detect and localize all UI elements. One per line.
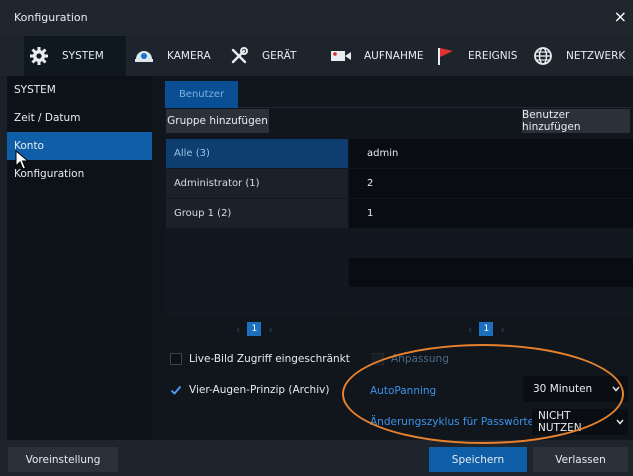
checkmark-icon[interactable] [170,384,182,396]
user-row[interactable]: 1 [349,199,633,228]
select-value: NICHT NUTZEN [538,410,582,434]
chevron-down-icon [616,416,624,428]
add-user-button[interactable]: Benutzer hinzufügen [522,109,630,133]
user-row-empty [349,287,633,316]
chevron-down-icon [612,383,620,395]
nav-event[interactable]: EREIGNIS [434,36,526,76]
option-label: Anpassung [391,353,449,365]
checkbox [372,353,384,365]
default-settings-button[interactable]: Voreinstellung [8,447,118,472]
tab-users[interactable]: Benutzer [165,81,238,108]
bottom-bar: Voreinstellung Speichern Verlassen [0,440,633,476]
nav-system[interactable]: SYSTEM [24,36,126,76]
exit-button[interactable]: Verlassen [533,447,628,472]
gear-icon [28,45,50,67]
title-bar: Konfiguration × [0,0,633,36]
flag-icon [434,45,456,67]
sidebar-item-time-date[interactable]: Zeit / Datum [7,104,152,132]
nav-recording[interactable]: AUFNAHME [330,36,430,76]
autopanning-select[interactable]: 30 Minuten [523,376,628,402]
prev-page-icon[interactable]: ‹ [468,323,472,336]
sidebar-item-system[interactable]: SYSTEM [7,76,152,104]
user-row-empty [349,229,633,258]
content-panel: Benutzer Gruppe hinzufügen Benutzer hinz… [152,76,633,440]
sidebar-item-label: Zeit / Datum [14,112,81,124]
option-label: Vier-Augen-Prinzip (Archiv) [189,384,330,396]
page-number[interactable]: 1 [479,322,494,336]
option-label: Live-Bild Zugriff eingeschränkt [189,353,350,365]
nav-device-label: GERÄT [262,50,297,62]
nav-camera[interactable]: KAMERA [133,36,223,76]
next-page-icon[interactable]: › [268,323,272,336]
nav-event-label: EREIGNIS [468,50,518,62]
close-icon[interactable]: × [614,7,627,26]
password-cycle-select[interactable]: NICHT NUTZEN [532,409,628,435]
add-group-button[interactable]: Gruppe hinzufügen [166,109,269,133]
nav-network[interactable]: NETZWERK [532,36,630,76]
customization-option: Anpassung [372,353,449,365]
top-navigation: SYSTEM KAMERA GERÄT AUFNAHME EREIGNIS NE… [0,36,633,76]
live-view-restricted-option[interactable]: Live-Bild Zugriff eingeschränkt [170,353,350,365]
sidebar: SYSTEM Zeit / Datum Konto Konfiguration [7,76,152,440]
group-row-all[interactable]: Alle (3) [166,139,348,168]
mouse-pointer-icon [15,149,31,173]
window-title: Konfiguration [14,11,88,24]
autopanning-label: AutoPanning [370,385,437,397]
group-row-administrator[interactable]: Administrator (1) [166,169,348,198]
globe-icon [532,45,554,67]
user-row-empty [349,258,633,287]
tab-bar: Benutzer [165,81,633,108]
user-row[interactable]: admin [349,139,633,168]
camera-icon [133,45,155,67]
recording-icon [330,45,352,67]
group-row-group1[interactable]: Group 1 (2) [166,199,348,228]
nav-device[interactable]: GERÄT [228,36,318,76]
user-pager: ‹ 1 › [468,322,505,336]
save-button[interactable]: Speichern [429,447,527,472]
group-pager: ‹ 1 › [236,322,273,336]
nav-network-label: NETZWERK [566,50,626,62]
nav-recording-label: AUFNAHME [364,50,424,62]
select-value: 30 Minuten [533,383,593,395]
nav-camera-label: KAMERA [167,50,211,62]
tools-icon [228,45,250,67]
four-eyes-option[interactable]: Vier-Augen-Prinzip (Archiv) [170,384,329,396]
user-row[interactable]: 2 [349,169,633,198]
page-number[interactable]: 1 [247,322,262,336]
checkbox[interactable] [170,353,182,365]
password-cycle-label: Änderungszyklus für Passwörter [370,416,539,428]
nav-system-label: SYSTEM [62,50,104,62]
next-page-icon[interactable]: › [500,323,504,336]
sidebar-item-label: SYSTEM [14,84,56,96]
prev-page-icon[interactable]: ‹ [236,323,240,336]
